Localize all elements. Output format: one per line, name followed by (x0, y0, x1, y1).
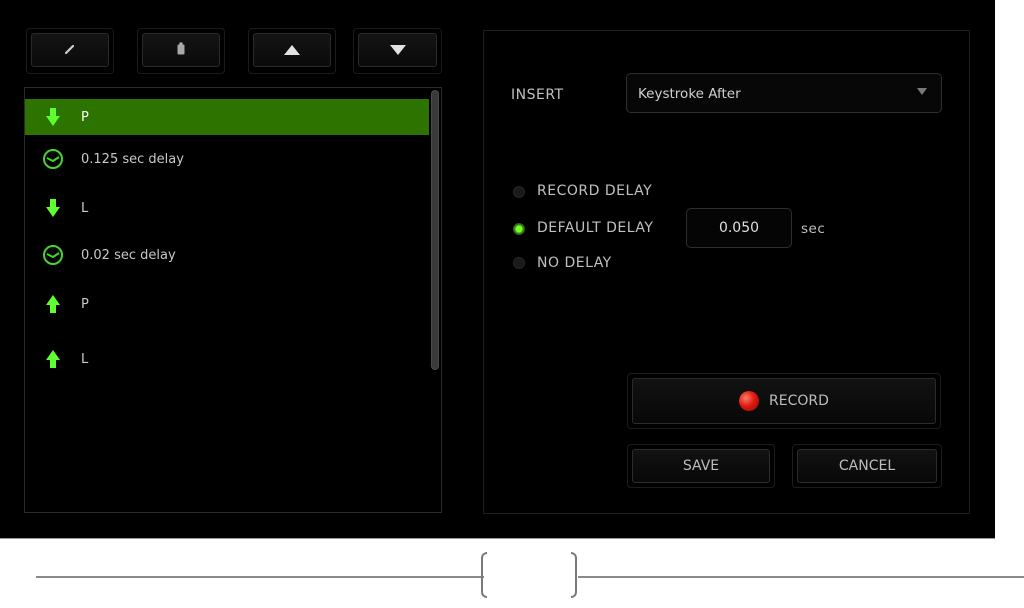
record-button-frame: RECORD (627, 373, 941, 429)
save-button[interactable]: SAVE (632, 449, 770, 483)
list-item-label: L (81, 200, 89, 216)
record-dot-icon (739, 391, 760, 411)
bracket-right (571, 552, 577, 598)
edit-button-frame (26, 28, 114, 74)
move-up-button-frame (248, 28, 336, 74)
list-item-label: L (81, 351, 89, 367)
edit-button[interactable] (31, 33, 109, 67)
clock-icon (25, 148, 81, 170)
list-item[interactable]: 0.125 sec delay (25, 141, 429, 177)
record-button[interactable]: RECORD (632, 378, 936, 424)
delete-button-frame (137, 28, 225, 74)
arrow-up-icon (25, 349, 81, 369)
cancel-button-frame: CANCEL (792, 444, 942, 488)
delay-unit-label: sec (801, 221, 826, 237)
record-delay-radio[interactable] (513, 186, 525, 198)
move-down-button[interactable] (358, 33, 437, 67)
save-button-frame: SAVE (627, 444, 775, 488)
arrow-up-icon (25, 294, 81, 314)
cancel-button[interactable]: CANCEL (797, 449, 937, 483)
arrow-down-icon (25, 198, 81, 218)
list-item[interactable]: L (25, 341, 429, 377)
macro-editor-window: P 0.125 sec delay L 0.02 sec delay P L I… (0, 0, 995, 539)
triangle-down-icon (389, 41, 407, 60)
list-item-label: 0.125 sec delay (81, 151, 184, 167)
clock-icon (25, 244, 81, 266)
bracket-left (481, 552, 487, 598)
list-item[interactable]: P (25, 99, 429, 135)
scrollbar-thumb[interactable] (431, 90, 439, 370)
trash-icon (176, 41, 186, 60)
no-delay-label: NO DELAY (537, 255, 612, 271)
move-up-button[interactable] (253, 33, 331, 67)
list-item-label: P (81, 109, 89, 125)
chevron-down-icon (917, 88, 927, 95)
insert-label: INSERT (511, 87, 564, 103)
arrow-down-icon (25, 107, 81, 127)
insert-dropdown-value: Keystroke After (638, 86, 741, 102)
list-item-label: 0.02 sec delay (81, 247, 176, 263)
macro-event-list[interactable]: P 0.125 sec delay L 0.02 sec delay P L (24, 87, 442, 513)
record-button-label: RECORD (769, 393, 829, 409)
default-delay-radio[interactable] (513, 223, 525, 235)
list-item[interactable]: P (25, 286, 429, 322)
default-delay-label: DEFAULT DELAY (537, 220, 654, 236)
list-item-label: P (81, 296, 89, 312)
list-item[interactable]: 0.02 sec delay (25, 237, 429, 273)
no-delay-radio[interactable] (513, 257, 525, 269)
pencil-icon (63, 41, 77, 60)
settings-panel: INSERT Keystroke After RECORD DELAY DEFA… (483, 30, 970, 514)
insert-dropdown[interactable]: Keystroke After (626, 73, 942, 113)
record-delay-label: RECORD DELAY (537, 183, 653, 199)
triangle-up-icon (283, 41, 301, 60)
divider-line-right (578, 576, 1024, 578)
delete-button[interactable] (142, 33, 220, 67)
move-down-button-frame (353, 28, 442, 74)
divider-line-left (36, 576, 484, 578)
list-item[interactable]: L (25, 190, 429, 226)
list-scrollbar[interactable] (430, 88, 440, 512)
default-delay-input[interactable]: 0.050 (686, 208, 792, 248)
